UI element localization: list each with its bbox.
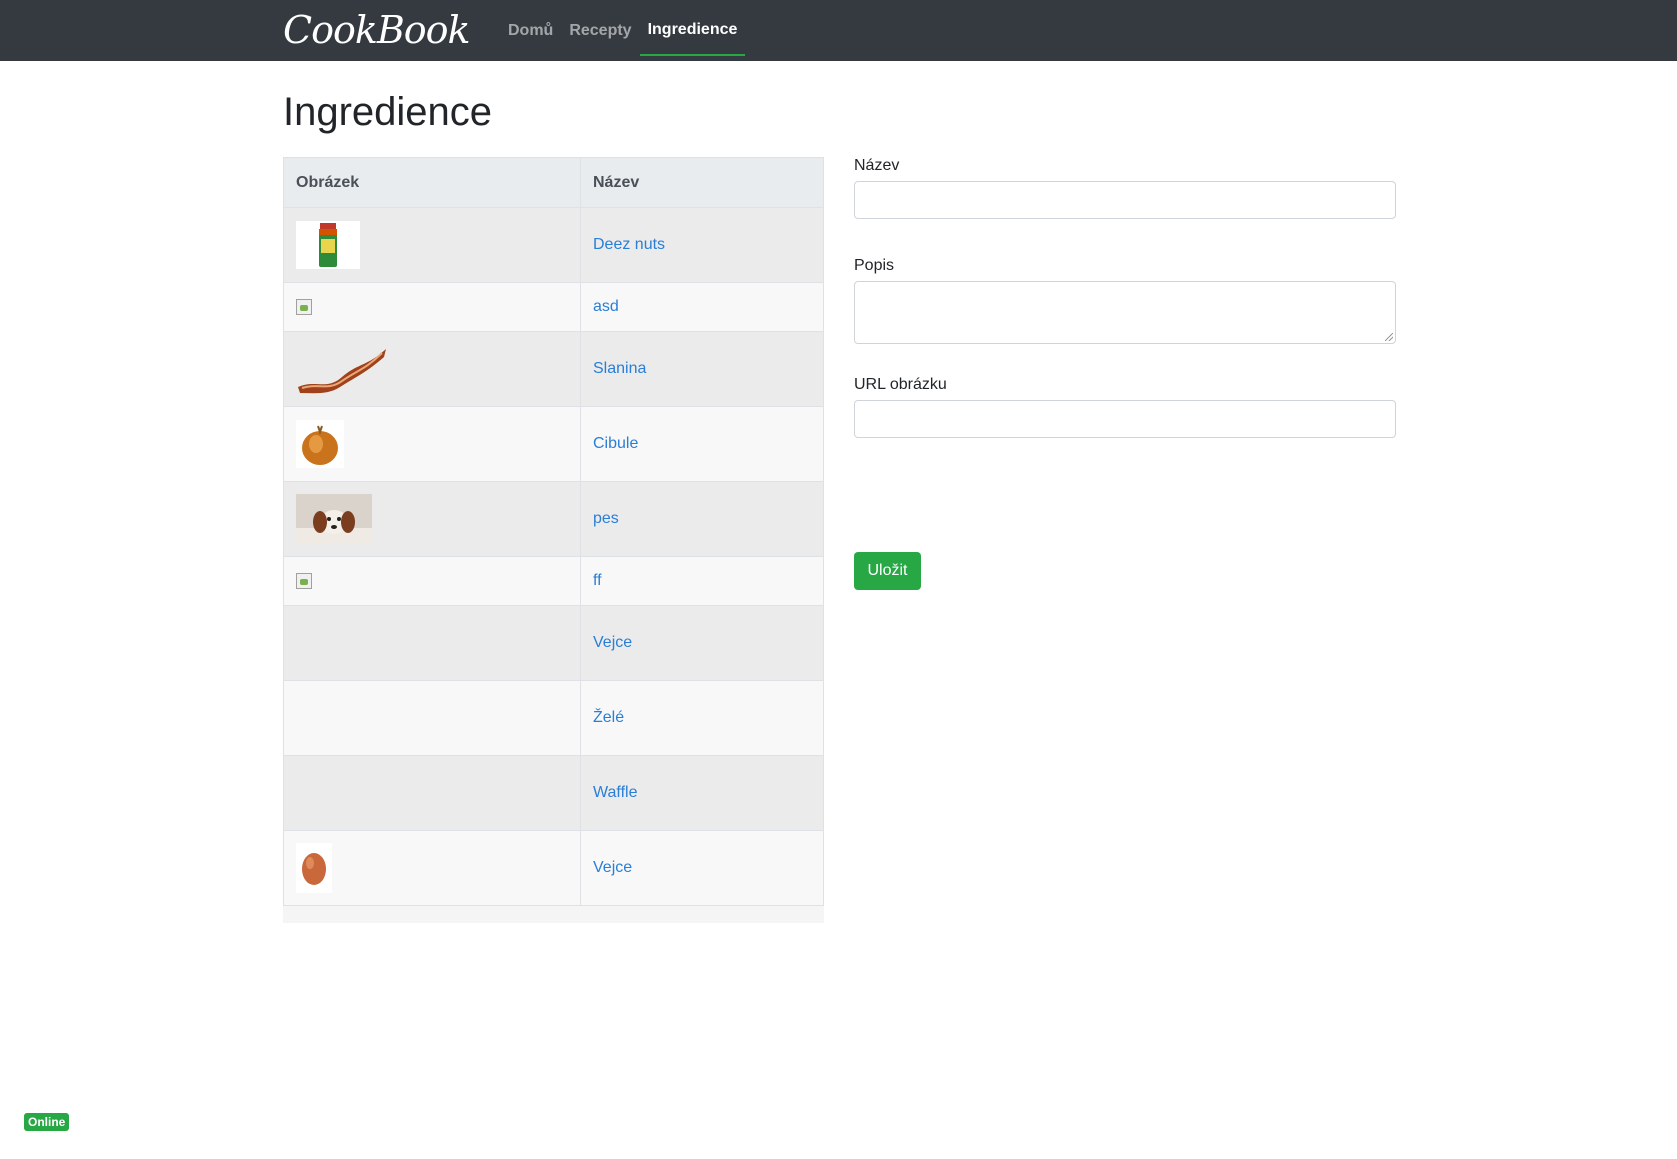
broken-image-icon [296,299,312,315]
image-cell [283,830,581,906]
broken-image-icon [296,573,312,589]
page-title: Ingredience [283,90,493,134]
name-cell: Deez nuts [580,207,824,283]
image-cell [283,680,581,756]
image-cell [283,481,581,557]
image-cell [283,406,581,482]
table-row: Waffle [283,755,824,831]
ingredient-link[interactable]: Cibule [593,435,638,452]
column-header-image: Obrázek [283,157,581,208]
save-button[interactable]: Uložit [854,552,921,590]
spice-jar-icon [296,221,360,269]
image-url-label: URL obrázku [854,376,947,393]
image-cell [283,556,581,606]
status-badge: Online [24,1113,70,1131]
ingredients-table: Obrázek Název Deez nuts asd Slanina Cibu… [283,157,824,906]
name-cell: pes [580,481,824,557]
ingredient-link[interactable]: ff [593,572,602,589]
image-url-input[interactable] [854,400,1396,438]
name-cell: Slanina [580,331,824,407]
ingredient-link[interactable]: pes [593,510,619,527]
name-cell: Waffle [580,755,824,831]
ingredient-link[interactable]: asd [593,298,619,315]
table-row: Vejce [283,605,824,681]
nav-item-recipes[interactable]: Recepty [561,0,639,61]
egg-icon [296,843,332,893]
name-label: Název [854,157,900,174]
table-row: Deez nuts [283,207,824,283]
image-cell [283,605,581,681]
name-cell: Vejce [580,605,824,681]
table-row: Želé [283,680,824,756]
name-cell: Vejce [580,830,824,906]
image-cell [283,331,581,407]
ingredient-link[interactable]: Vejce [593,634,632,651]
table-row: pes [283,481,824,557]
description-label: Popis [854,257,895,274]
nav-item-ingredients[interactable]: Ingredience [639,5,746,56]
table-row: Cibule [283,406,824,482]
name-input[interactable] [854,181,1396,219]
ingredients-table-container: Obrázek Název Deez nuts asd Slanina Cibu… [283,157,824,923]
brand-logo[interactable]: CookBook [283,6,471,54]
name-cell: Cibule [580,406,824,482]
dog-photo-icon [296,494,372,544]
ingredient-link[interactable]: Želé [593,709,624,726]
table-header-row: Obrázek Název [283,157,824,208]
image-cell [283,282,581,332]
onion-icon [296,420,344,468]
ingredient-link[interactable]: Waffle [593,784,637,801]
table-row: Vejce [283,830,824,906]
description-textarea[interactable] [854,281,1396,344]
image-cell [283,207,581,283]
top-navbar: CookBook Domů Recepty Ingredience [0,0,1677,61]
table-row: ff [283,556,824,606]
image-cell [283,755,581,831]
name-cell: asd [580,282,824,332]
resize-handle-icon[interactable] [1385,333,1393,341]
nav-item-home[interactable]: Domů [500,0,561,61]
bacon-icon [298,349,386,394]
table-row: Slanina [283,331,824,407]
table-row: asd [283,282,824,332]
name-cell: Želé [580,680,824,756]
ingredient-form: Název Popis URL obrázku [854,157,1396,438]
ingredient-link[interactable]: Deez nuts [593,236,665,253]
ingredient-link[interactable]: Slanina [593,360,646,377]
ingredient-link[interactable]: Vejce [593,859,632,876]
main-nav: Domů Recepty Ingredience [500,0,746,61]
column-header-name: Název [580,157,824,208]
name-cell: ff [580,556,824,606]
